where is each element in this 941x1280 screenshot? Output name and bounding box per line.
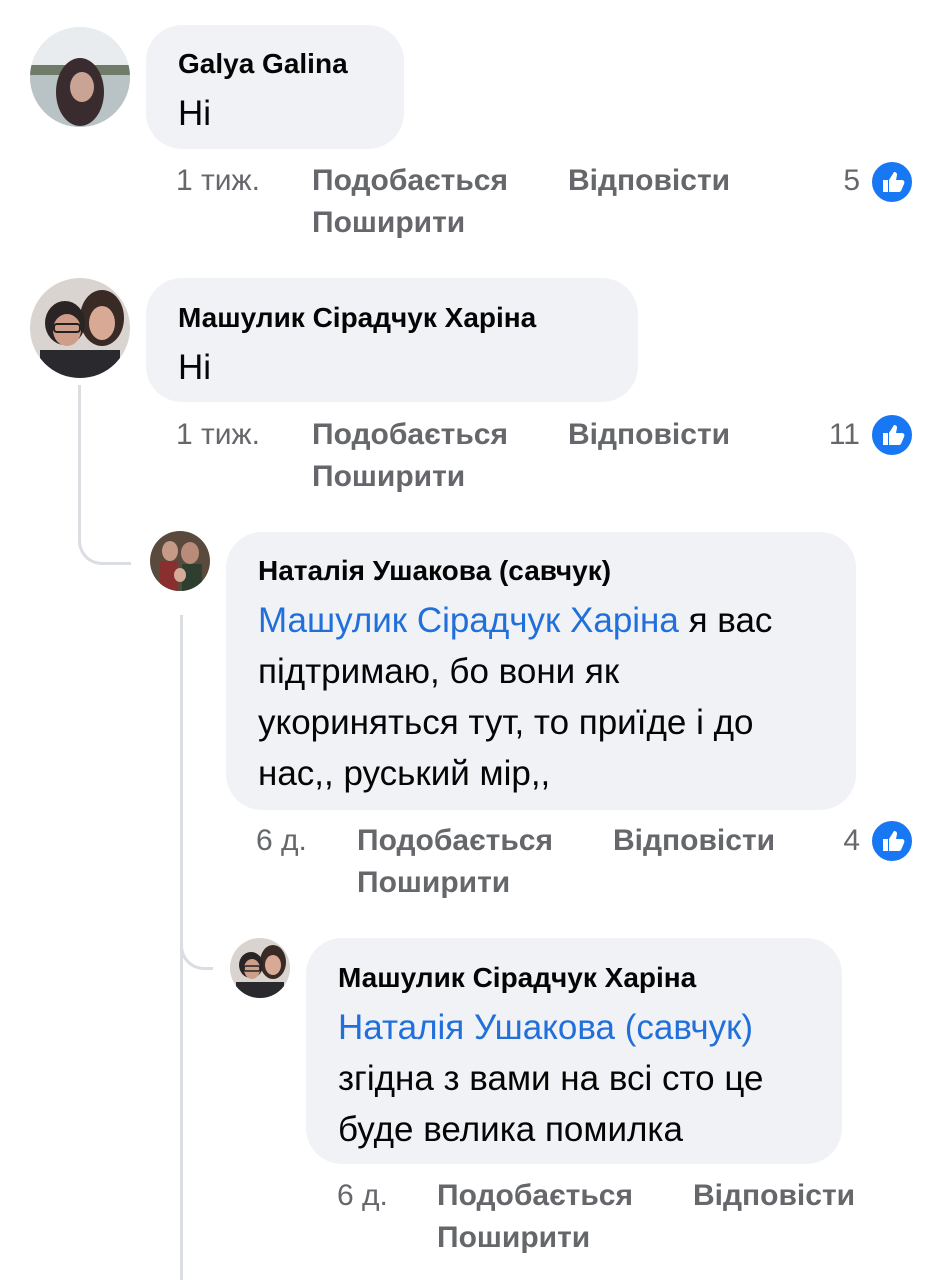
reply-button[interactable]: Відповісти (693, 1179, 855, 1213)
comment-text: Ні (178, 94, 212, 133)
avatar[interactable] (150, 531, 210, 591)
like-button[interactable]: Подобається (312, 164, 508, 198)
like-reaction-icon[interactable] (869, 159, 915, 205)
comment-author[interactable]: Наталія Ушакова (савчук) (258, 555, 611, 587)
comment-text-line: я вас (678, 601, 773, 640)
share-button[interactable]: Поширити (312, 460, 465, 494)
like-button[interactable]: Подобається (312, 418, 508, 452)
comment-timestamp[interactable]: 1 тиж. (176, 164, 260, 198)
comment-author[interactable]: Машулик Сірадчук Харіна (178, 302, 536, 334)
comment-timestamp[interactable]: 6 д. (256, 824, 307, 858)
mention-link[interactable]: Наталія Ушакова (савчук) (338, 1008, 753, 1047)
reply-button[interactable]: Відповісти (568, 164, 730, 198)
thread-connector (180, 905, 213, 970)
comment-text: Наталія Ушакова (савчук) згідна з вами н… (338, 1002, 828, 1155)
avatar[interactable] (30, 278, 130, 378)
comment-bubble (146, 278, 638, 402)
comment-text: Машулик Сірадчук Харіна я вас підтримаю,… (258, 595, 838, 799)
comment-text-line: підтримаю, бо вони як (258, 652, 620, 691)
comment-text-line: укориняться тут, то приїде і до (258, 703, 754, 742)
share-button[interactable]: Поширити (437, 1221, 590, 1255)
like-button[interactable]: Подобається (357, 824, 553, 858)
comment-author[interactable]: Galya Galina (178, 48, 348, 80)
avatar[interactable] (230, 938, 290, 998)
share-button[interactable]: Поширити (357, 866, 510, 900)
reaction-count[interactable]: 4 (800, 824, 860, 858)
reaction-count[interactable]: 5 (800, 164, 860, 198)
share-button[interactable]: Поширити (312, 206, 465, 240)
comment-timestamp[interactable]: 1 тиж. (176, 418, 260, 452)
reply-button[interactable]: Відповісти (568, 418, 730, 452)
avatar[interactable] (30, 27, 130, 127)
comment-text-line: згідна з вами на всі сто це (338, 1059, 764, 1098)
comment-timestamp[interactable]: 6 д. (337, 1179, 388, 1213)
comment-text: Ні (178, 348, 212, 387)
like-reaction-icon[interactable] (869, 818, 915, 864)
like-reaction-icon[interactable] (869, 412, 915, 458)
reply-button[interactable]: Відповісти (613, 824, 775, 858)
reaction-count[interactable]: 11 (800, 418, 860, 452)
mention-link[interactable]: Машулик Сірадчук Харіна (258, 601, 679, 640)
comment-text-line: буде велика помилка (338, 1110, 683, 1149)
like-button[interactable]: Подобається (437, 1179, 633, 1213)
thread-connector (78, 500, 131, 565)
comment-author[interactable]: Машулик Сірадчук Харіна (338, 962, 696, 994)
comment-text-line: нас,, руський мір,, (258, 754, 551, 793)
